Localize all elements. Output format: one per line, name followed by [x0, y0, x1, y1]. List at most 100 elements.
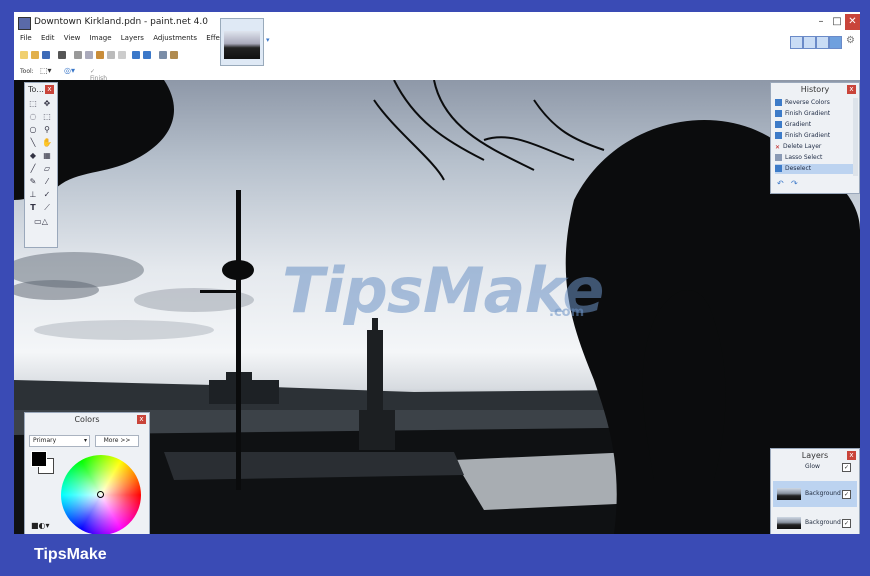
zoom-icon[interactable]: ⚲: [42, 125, 52, 135]
menu-image[interactable]: Image: [90, 34, 112, 42]
history-item[interactable]: Gradient: [775, 120, 853, 130]
history-item-label: Gradient: [785, 121, 812, 128]
layer-row-selected[interactable]: Background ✓: [773, 481, 857, 507]
undo-icon[interactable]: [132, 51, 140, 59]
crop-icon[interactable]: [107, 51, 115, 59]
history-item-label: Finish Gradient: [785, 132, 831, 139]
save-icon[interactable]: [42, 51, 50, 59]
history-redo-icon[interactable]: ↷: [791, 179, 798, 188]
rectangle-select-icon[interactable]: ⬚: [28, 99, 38, 109]
history-scrollbar[interactable]: [853, 98, 858, 176]
lasso-icon[interactable]: ◌: [28, 112, 38, 122]
history-item[interactable]: ✕ Delete Layer: [775, 142, 853, 152]
redo-icon[interactable]: [143, 51, 151, 59]
paintnet-window: Downtown Kirkland.pdn - paint.net 4.0 – …: [14, 12, 860, 534]
move-pixels-icon[interactable]: ✥: [42, 99, 52, 109]
color-mode-label: Primary: [33, 437, 57, 444]
paste-icon[interactable]: [96, 51, 104, 59]
history-item[interactable]: Finish Gradient: [775, 131, 853, 141]
history-item-label: Lasso Select: [785, 154, 823, 161]
layer-name: Background: [805, 490, 841, 497]
ellipse-select-icon[interactable]: ○: [28, 125, 38, 135]
primary-secondary-select[interactable]: Primary ▾: [29, 435, 90, 447]
more-button[interactable]: More >>: [95, 435, 139, 447]
menu-bar: File Edit View Image Layers Adjustments …: [14, 34, 231, 48]
deselect-icon[interactable]: [118, 51, 126, 59]
move-selection-icon[interactable]: ⬚: [42, 112, 52, 122]
grid-icon[interactable]: [159, 51, 167, 59]
window-title: Downtown Kirkland.pdn - paint.net 4.0: [34, 17, 208, 27]
paintbrush-icon[interactable]: ╱: [28, 164, 38, 174]
menu-adjustments[interactable]: Adjustments: [153, 34, 197, 42]
menu-file[interactable]: File: [20, 34, 32, 42]
color-picker-icon[interactable]: ⁄: [42, 177, 52, 187]
history-icon: [775, 99, 782, 106]
line-curve-icon[interactable]: ⟋: [42, 203, 52, 213]
palette-icon[interactable]: ■◐▾: [31, 521, 50, 530]
layer-visibility-checkbox[interactable]: ✓: [842, 490, 851, 499]
history-close-icon[interactable]: x: [847, 85, 856, 94]
layer-row[interactable]: Glow ✓: [773, 461, 857, 473]
history-item[interactable]: Finish Gradient: [775, 109, 853, 119]
menu-view[interactable]: View: [64, 34, 81, 42]
recolor-icon[interactable]: ✓: [42, 190, 52, 200]
magic-wand-icon[interactable]: ╲: [28, 138, 38, 148]
minimize-button[interactable]: –: [814, 14, 828, 30]
layer-name: Glow: [805, 463, 820, 470]
clone-stamp-icon[interactable]: ⊥: [28, 190, 38, 200]
pan-icon[interactable]: ✋: [42, 138, 52, 148]
history-item[interactable]: Reverse Colors: [775, 98, 853, 108]
color-wheel-marker[interactable]: [97, 491, 104, 498]
print-icon[interactable]: [58, 51, 66, 59]
chevron-down-icon: ▾: [83, 437, 87, 444]
tab-dropdown-icon[interactable]: ▾: [266, 36, 270, 44]
history-item-label: Deselect: [785, 165, 812, 172]
history-undo-icon[interactable]: ↶: [777, 179, 784, 188]
title-bar: Downtown Kirkland.pdn - paint.net 4.0 – …: [14, 12, 860, 34]
shapes-icon[interactable]: ▭△: [33, 217, 49, 227]
cut-icon[interactable]: [74, 51, 82, 59]
image-tab-thumbnail[interactable]: [220, 18, 264, 66]
selection-mode-icon[interactable]: ◎▾: [64, 66, 75, 75]
new-icon[interactable]: [20, 51, 28, 59]
history-item-label: Reverse Colors: [785, 99, 830, 106]
text-icon[interactable]: T: [28, 203, 38, 213]
layers-close-icon[interactable]: x: [847, 451, 856, 460]
layer-visibility-checkbox[interactable]: ✓: [842, 519, 851, 528]
colors-toggle-icon[interactable]: [829, 36, 842, 49]
history-icon: [775, 121, 782, 128]
history-icon: [775, 110, 782, 117]
ruler-icon[interactable]: [170, 51, 178, 59]
delete-icon: ✕: [775, 144, 781, 151]
history-item-label: Delete Layer: [783, 143, 822, 150]
layer-name: Background: [805, 519, 841, 526]
history-panel-title: History: [800, 85, 830, 94]
copy-icon[interactable]: [85, 51, 93, 59]
layers-toggle-icon[interactable]: [816, 36, 829, 49]
paint-bucket-icon[interactable]: ◆: [28, 151, 38, 161]
layer-visibility-checkbox[interactable]: ✓: [842, 463, 851, 472]
history-item[interactable]: Lasso Select: [775, 153, 853, 163]
history-item-selected[interactable]: Deselect: [775, 164, 853, 174]
menu-layers[interactable]: Layers: [121, 34, 144, 42]
thumbnail-image: [224, 31, 260, 59]
menu-edit[interactable]: Edit: [41, 34, 55, 42]
pencil-icon[interactable]: ✎: [28, 177, 38, 187]
maximize-button[interactable]: □: [830, 14, 844, 30]
gradient-icon[interactable]: ▦: [42, 151, 52, 161]
history-icon: [775, 165, 782, 172]
layer-row[interactable]: Background ✓: [773, 511, 857, 534]
tools-toggle-icon[interactable]: [790, 36, 803, 49]
history-toggle-icon[interactable]: [803, 36, 816, 49]
open-icon[interactable]: [31, 51, 39, 59]
tools-close-icon[interactable]: x: [45, 85, 54, 94]
colors-close-icon[interactable]: x: [137, 415, 146, 424]
eraser-icon[interactable]: ▱: [42, 164, 52, 174]
lasso-icon: [775, 154, 782, 161]
tool-picker[interactable]: ⬚▾: [40, 66, 52, 75]
close-button[interactable]: ✕: [845, 14, 860, 30]
tool-label: Tool:: [20, 68, 34, 75]
colors-panel-title: Colors: [74, 415, 100, 424]
primary-color-swatch[interactable]: [31, 451, 47, 467]
settings-gear-icon[interactable]: ⚙: [846, 35, 855, 46]
